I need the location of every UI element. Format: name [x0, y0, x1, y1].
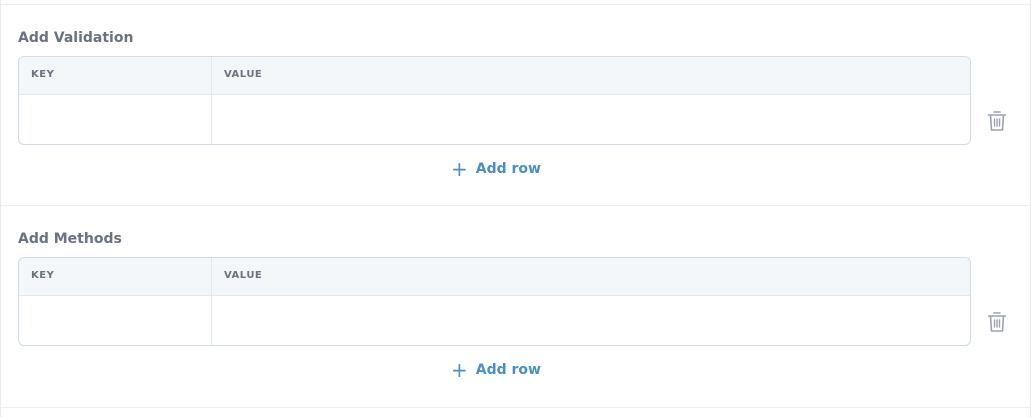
table-header: KEY VALUE: [19, 258, 970, 296]
trash-icon: [987, 312, 1007, 332]
trash-icon: [987, 111, 1007, 131]
value-input[interactable]: [212, 95, 970, 144]
add-row-button[interactable]: + Add row: [451, 360, 541, 380]
value-column-header: VALUE: [224, 270, 263, 281]
plus-icon: +: [451, 358, 468, 382]
delete-row-button[interactable]: [986, 109, 1008, 133]
delete-row-button[interactable]: [986, 310, 1008, 334]
section-title: Add Validation: [18, 30, 134, 46]
key-input[interactable]: [19, 296, 211, 345]
value-column-header: VALUE: [224, 69, 263, 80]
add-row-button[interactable]: + Add row: [451, 159, 541, 179]
value-input[interactable]: [212, 296, 970, 345]
properties-panel: Add Validation KEY VALUE + Add row Add M…: [0, 0, 1031, 417]
table-row: [19, 95, 970, 144]
table-row: [19, 296, 970, 345]
table-header: KEY VALUE: [19, 57, 970, 95]
key-column-header: KEY: [31, 69, 55, 80]
add-row-label: Add row: [475, 161, 541, 177]
key-input[interactable]: [19, 95, 211, 144]
plus-icon: +: [451, 157, 468, 181]
add-row-label: Add row: [475, 362, 541, 378]
key-value-table: KEY VALUE: [18, 257, 971, 346]
validation-section: Add Validation KEY VALUE + Add row: [1, 4, 1030, 206]
section-title: Add Methods: [18, 231, 122, 247]
key-column-header: KEY: [31, 270, 55, 281]
methods-section: Add Methods KEY VALUE + Add row: [1, 206, 1030, 408]
key-value-table: KEY VALUE: [18, 56, 971, 145]
